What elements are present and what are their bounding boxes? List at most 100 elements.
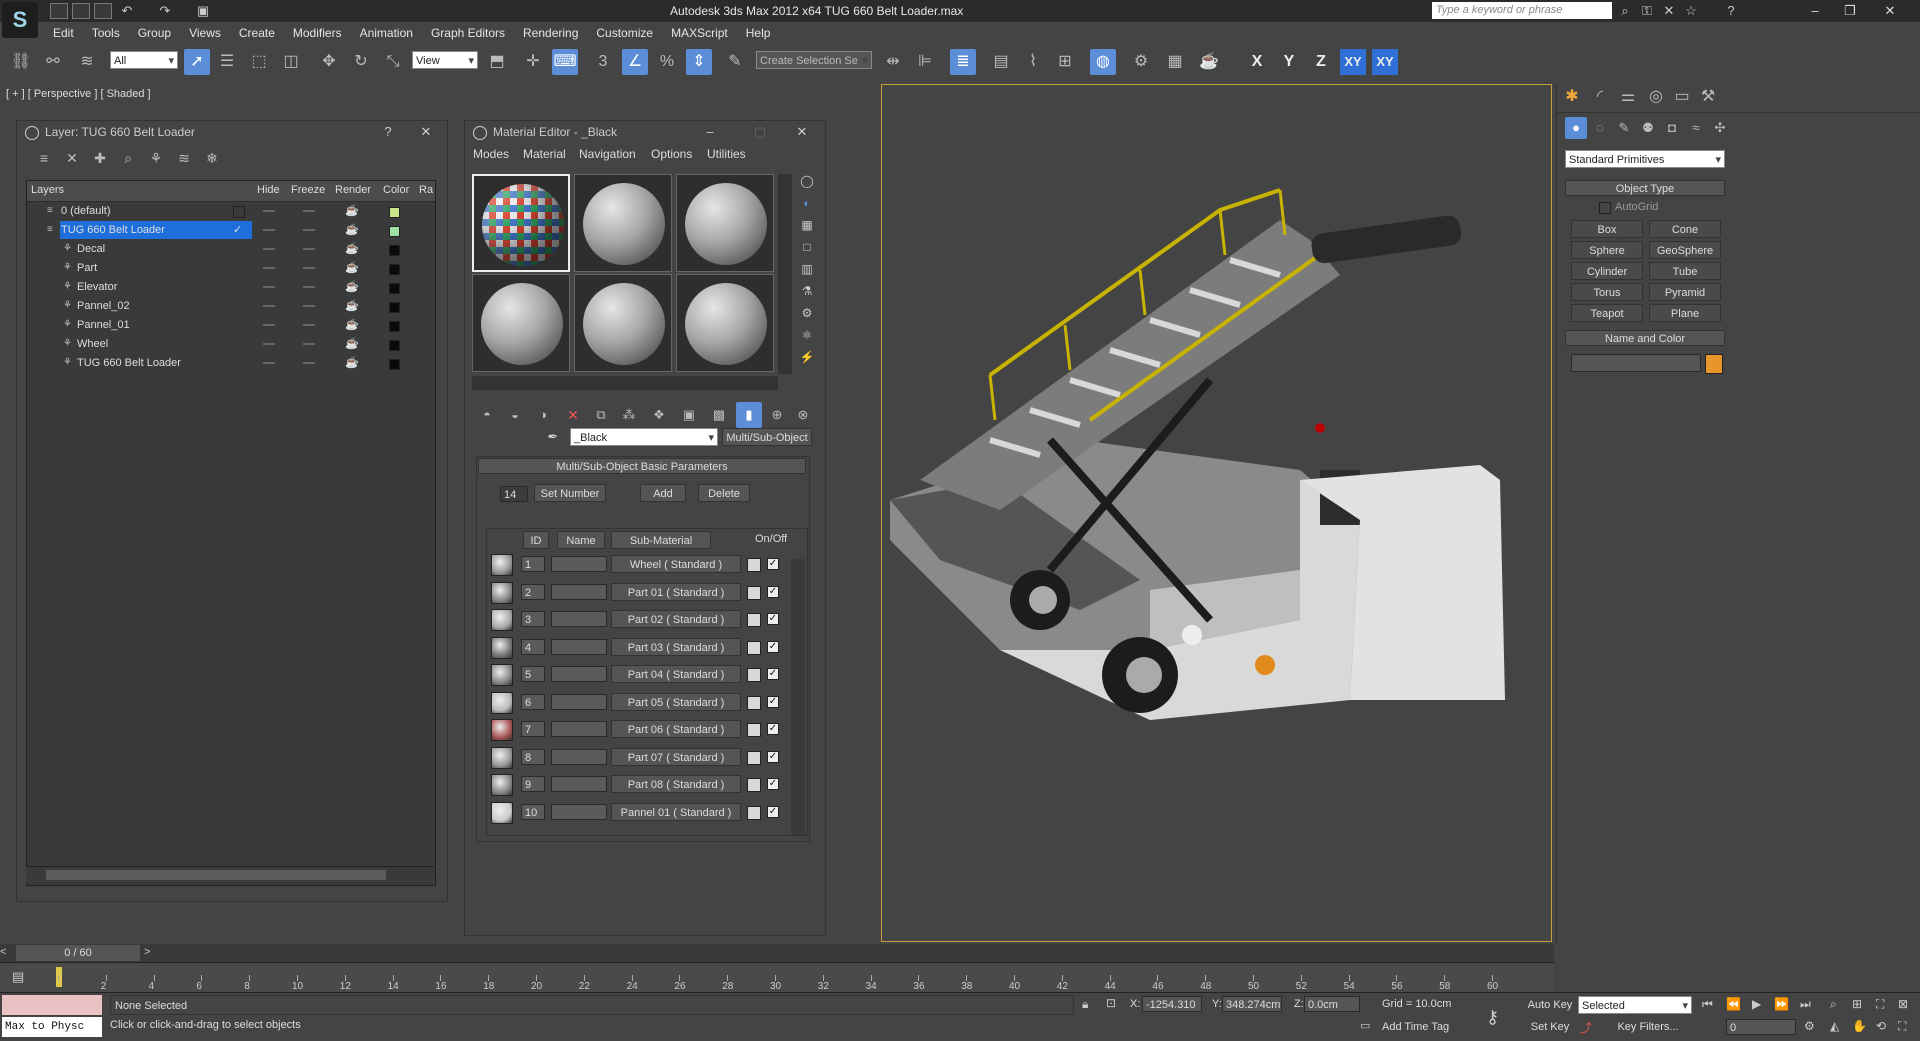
submaterial-id[interactable]: 3 <box>521 611 545 627</box>
material-slot-active[interactable] <box>472 174 570 272</box>
layer-window-titlebar[interactable]: Layer: TUG 660 Belt Loader ? ✕ <box>17 121 447 143</box>
submaterial-thumbnail[interactable] <box>491 801 513 824</box>
menu-help[interactable]: Help <box>737 22 780 44</box>
save-file-icon[interactable] <box>94 3 112 19</box>
hide-toggle[interactable] <box>263 305 275 307</box>
app-logo[interactable]: S <box>2 2 38 38</box>
link-icon[interactable]: ⛓ <box>8 49 34 75</box>
layer-row[interactable]: ⚘ Pannel_02 ☕ <box>27 297 435 316</box>
zoom-icon[interactable]: ⌕ <box>1830 997 1837 1012</box>
motion-tab-icon[interactable]: ◎ <box>1643 84 1669 110</box>
menu-material[interactable]: Material <box>523 147 566 161</box>
submaterial-onoff-checkbox[interactable]: ✓ <box>767 558 779 570</box>
slots-vertical-scrollbar[interactable] <box>778 174 792 374</box>
show-map-icon[interactable]: ▩ <box>706 402 732 428</box>
submaterial-id[interactable]: 7 <box>521 721 545 737</box>
submaterial-onoff-checkbox[interactable]: ✓ <box>767 695 779 708</box>
graphite-tools-icon[interactable]: ▤ <box>988 49 1014 75</box>
submaterial-button[interactable]: Part 06 ( Standard ) <box>611 720 741 738</box>
bind-space-warp-icon[interactable]: ≋ <box>74 49 100 75</box>
submaterial-name-field[interactable] <box>551 776 607 792</box>
zoom-all-icon[interactable]: ⊞ <box>1852 997 1862 1011</box>
unlink-icon[interactable]: ⚯ <box>40 49 66 75</box>
key-icon[interactable]: ⚿ <box>1640 4 1654 18</box>
freeze-toggle[interactable] <box>303 286 315 288</box>
submaterial-name-field[interactable] <box>551 803 607 820</box>
material-slot[interactable] <box>676 174 774 272</box>
submaterial-onoff-checkbox[interactable]: ✓ <box>767 640 779 653</box>
minimize-icon[interactable]: – <box>699 121 721 143</box>
submaterial-onoff-checkbox[interactable]: ✓ <box>767 668 779 680</box>
render-teapot-icon[interactable]: ☕ <box>345 242 359 255</box>
submaterial-id[interactable]: 2 <box>521 583 545 600</box>
video-color-check-icon[interactable]: ▥ <box>796 262 818 284</box>
layer-color-swatch[interactable] <box>389 340 400 351</box>
put-to-scene-icon[interactable]: ◒ <box>502 402 528 428</box>
layer-row[interactable]: ≡ 0 (default) ☕ <box>27 202 435 221</box>
render-teapot-icon[interactable]: ☕ <box>345 318 359 331</box>
space-warps-icon[interactable]: ≈ <box>1685 117 1707 139</box>
freeze-all-icon[interactable]: ❄ <box>199 145 225 171</box>
col-freeze[interactable]: Freeze <box>291 184 325 196</box>
submaterial-button[interactable]: Wheel ( Standard ) <box>611 555 741 573</box>
x-coordinate-field[interactable]: -1254.310 <box>1142 996 1202 1012</box>
submaterial-scrollbar[interactable] <box>791 559 805 835</box>
primitive-cone-button[interactable]: Cone <box>1649 220 1721 238</box>
background-icon[interactable]: ▦ <box>796 218 818 240</box>
submaterial-color-swatch[interactable] <box>747 695 761 710</box>
submaterial-button[interactable]: Part 08 ( Standard ) <box>611 775 741 793</box>
menu-rendering[interactable]: Rendering <box>514 22 587 44</box>
current-frame-field[interactable]: 0 <box>1726 1019 1796 1035</box>
render-production-icon[interactable]: ☕ <box>1196 49 1222 75</box>
set-key-button[interactable]: Set Key <box>1526 1018 1574 1036</box>
hide-toggle[interactable] <box>263 210 275 212</box>
lights-icon[interactable]: ✎ <box>1613 117 1635 139</box>
menu-create[interactable]: Create <box>230 22 284 44</box>
submaterial-color-swatch[interactable] <box>747 585 761 600</box>
default-in-out-tangent-icon[interactable]: ⤴ <box>1580 1019 1592 1036</box>
zoom-extents-all-icon[interactable]: ⊠ <box>1898 997 1908 1011</box>
rect-selection-icon[interactable]: ⬚ <box>246 49 272 75</box>
prev-frame-arrow-icon[interactable]: < <box>0 946 12 958</box>
make-unique-icon[interactable]: ⁂ <box>616 402 642 428</box>
menu-maxscript[interactable]: MAXScript <box>662 22 737 44</box>
pivot-center-icon[interactable]: ⬒ <box>484 49 510 75</box>
go-to-end-icon[interactable]: ⏭ <box>1800 997 1811 1012</box>
layer-color-swatch[interactable] <box>389 207 400 218</box>
col-layers[interactable]: Layers <box>31 184 64 196</box>
submaterial-id[interactable]: 1 <box>521 556 545 572</box>
active-layer-icon[interactable] <box>233 206 245 218</box>
col-hide[interactable]: Hide <box>257 184 280 196</box>
submaterial-color-swatch[interactable] <box>747 778 761 792</box>
primitive-sphere-button[interactable]: Sphere <box>1571 241 1643 259</box>
col-color[interactable]: Color <box>383 184 409 196</box>
sort-submaterial-button[interactable]: Sub-Material <box>611 531 711 549</box>
schematic-view-icon[interactable]: ⊞ <box>1052 49 1078 75</box>
menu-modes[interactable]: Modes <box>473 147 509 161</box>
layer-name[interactable]: Pannel_02 <box>77 300 130 312</box>
move-icon[interactable]: ✥ <box>316 49 342 75</box>
submaterial-thumbnail[interactable] <box>491 609 513 631</box>
menu-options[interactable]: Options <box>651 147 692 161</box>
manipulate-icon[interactable]: ✛ <box>520 49 546 75</box>
layer-color-swatch[interactable] <box>389 321 400 332</box>
object-color-swatch[interactable] <box>1705 354 1723 374</box>
submaterial-id[interactable]: 10 <box>521 803 545 820</box>
hide-all-icon[interactable]: ≋ <box>171 145 197 171</box>
submaterial-id[interactable]: 5 <box>521 666 545 682</box>
primitive-cylinder-button[interactable]: Cylinder <box>1571 262 1643 280</box>
pick-material-icon[interactable]: ✒ <box>546 430 560 444</box>
undo-icon[interactable]: ↶ <box>120 4 134 18</box>
viewport-label[interactable]: [ + ] [ Perspective ] [ Shaded ] <box>6 88 151 100</box>
axis-xy-button[interactable]: XY <box>1340 49 1366 75</box>
menu-utilities[interactable]: Utilities <box>707 147 746 161</box>
material-name-field[interactable]: _Black <box>570 428 718 447</box>
submaterial-onoff-checkbox[interactable]: ✓ <box>767 750 779 763</box>
submaterial-onoff-checkbox[interactable]: ✓ <box>767 805 779 818</box>
menu-modifiers[interactable]: Modifiers <box>284 22 351 44</box>
display-tab-icon[interactable]: ▭ <box>1669 84 1695 110</box>
redo-icon[interactable]: ↷ <box>158 4 172 18</box>
hide-toggle[interactable] <box>263 267 275 269</box>
layer-row[interactable]: ⚘ Part ☕ <box>27 259 435 278</box>
submaterial-id[interactable]: 8 <box>521 748 545 765</box>
